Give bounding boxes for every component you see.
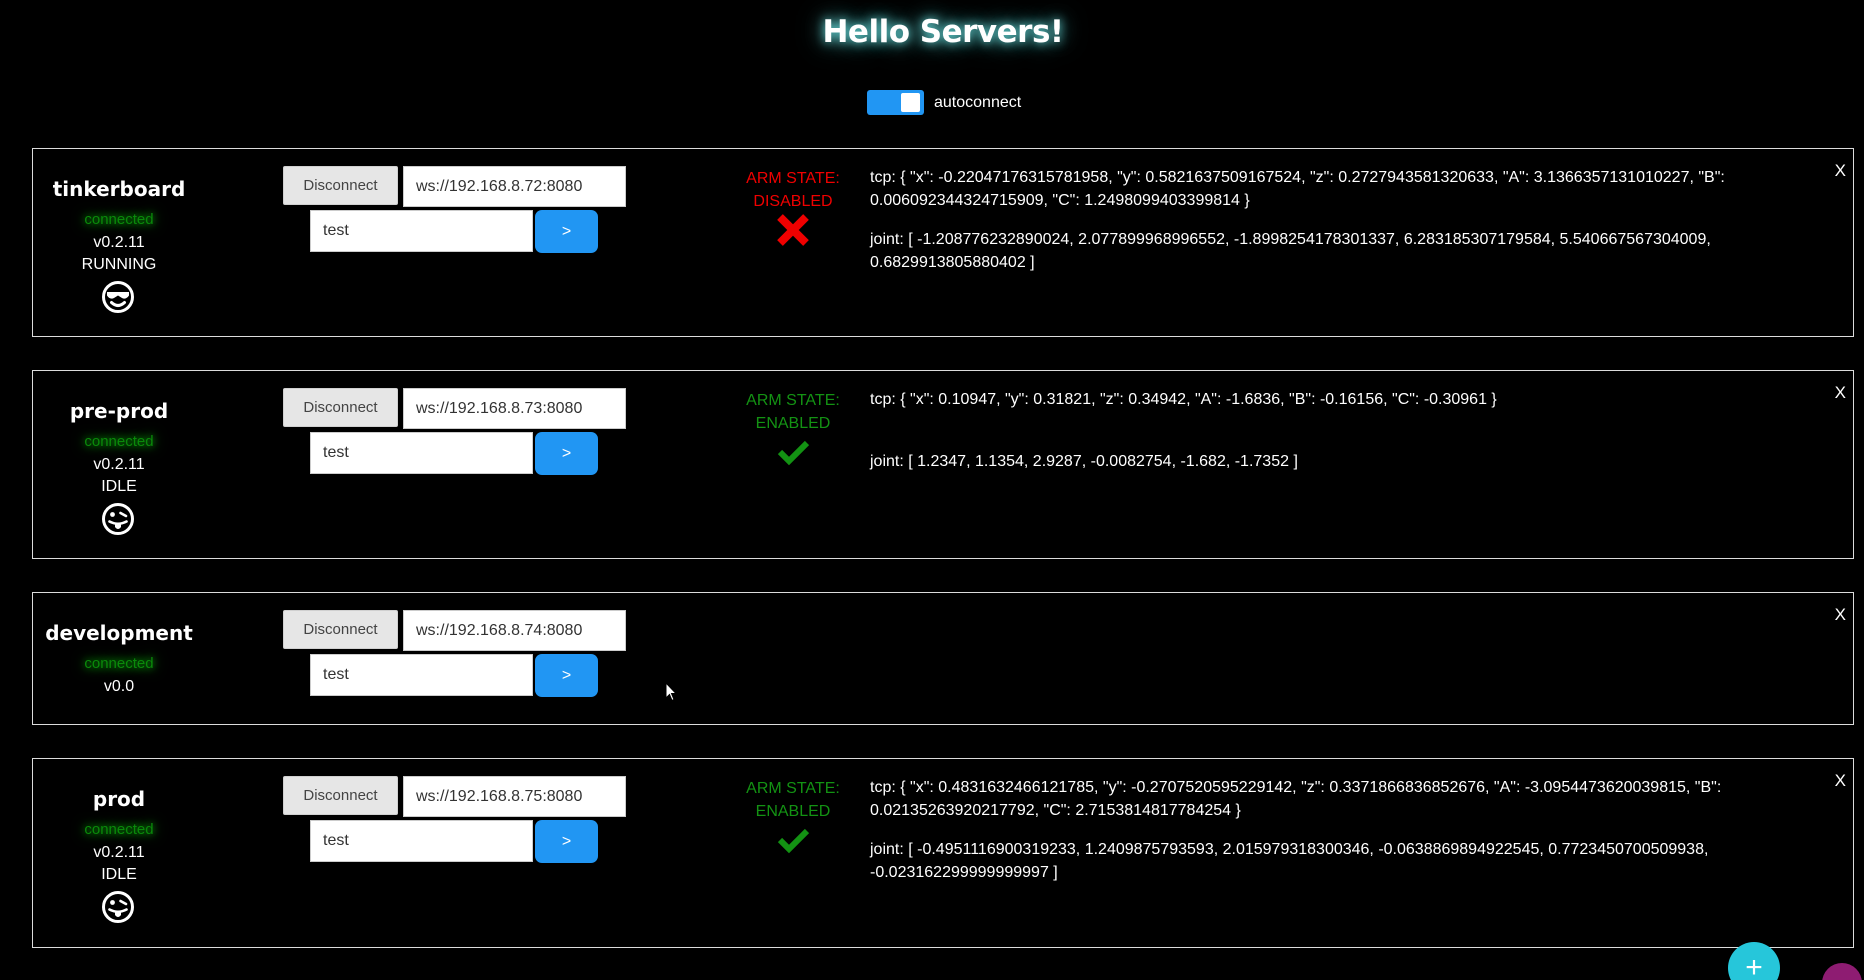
- send-button[interactable]: >: [535, 820, 598, 863]
- server-name: prod: [92, 787, 146, 811]
- websocket-url-input[interactable]: [403, 776, 626, 817]
- server-name: pre-prod: [69, 399, 169, 423]
- close-server-button[interactable]: X: [1835, 161, 1846, 181]
- arm-state-indicator: ARM STATE: ENABLED: [733, 777, 853, 823]
- joint-values-text: joint: [ -0.4951116900319233, 1.24098757…: [870, 841, 1709, 881]
- arm-state-value: ENABLED: [755, 415, 831, 432]
- websocket-url-input[interactable]: [403, 388, 626, 429]
- close-server-button[interactable]: X: [1835, 771, 1846, 791]
- server-name: tinkerboard: [52, 177, 186, 201]
- page: Hello Servers! autoconnect tinkerboard c…: [0, 0, 1864, 980]
- checkmark-icon: [777, 440, 810, 466]
- message-input[interactable]: [310, 210, 533, 252]
- secondary-action-button[interactable]: [1822, 963, 1862, 980]
- close-server-button[interactable]: X: [1835, 383, 1846, 403]
- server-card-development: development connected v0.0 Disconnect > …: [32, 592, 1854, 725]
- connection-status: connected: [84, 655, 154, 672]
- arm-state-label: ARM STATE:: [746, 170, 840, 187]
- arm-state-value: DISABLED: [753, 193, 833, 210]
- autoconnect-control: autoconnect: [867, 90, 1021, 115]
- server-version: v0.2.11: [93, 844, 145, 861]
- send-button[interactable]: >: [535, 654, 598, 697]
- checkmark-icon: [777, 828, 810, 854]
- toggle-knob: [901, 93, 920, 112]
- close-server-button[interactable]: X: [1835, 605, 1846, 625]
- tongue-face-icon: [102, 891, 134, 923]
- send-button[interactable]: >: [535, 432, 598, 475]
- message-input[interactable]: [310, 432, 533, 474]
- disconnect-button[interactable]: Disconnect: [283, 610, 398, 649]
- robot-state: IDLE: [101, 866, 137, 883]
- server-card-pre-prod: pre-prod connected v0.2.11 IDLE Disconne…: [32, 370, 1854, 559]
- tcp-pose-text: tcp: { "x": 0.4831632466121785, "y": -0.…: [870, 779, 1722, 819]
- message-input[interactable]: [310, 654, 533, 696]
- arm-state-indicator: ARM STATE: DISABLED: [733, 167, 853, 213]
- connection-status: connected: [84, 433, 154, 450]
- cross-icon: [777, 214, 809, 246]
- arm-state-label: ARM STATE:: [746, 780, 840, 797]
- server-version: v0.2.11: [93, 234, 145, 251]
- server-version: v0.0: [103, 678, 135, 695]
- arm-state-label: ARM STATE:: [746, 392, 840, 409]
- websocket-url-input[interactable]: [403, 610, 626, 651]
- arm-state-indicator: ARM STATE: ENABLED: [733, 389, 853, 435]
- tcp-pose-text: tcp: { "x": -0.22047176315781958, "y": 0…: [870, 169, 1725, 209]
- server-card-tinkerboard: tinkerboard connected v0.2.11 RUNNING Di…: [32, 148, 1854, 337]
- disconnect-button[interactable]: Disconnect: [283, 388, 398, 427]
- joint-values-text: joint: [ -1.208776232890024, 2.077899968…: [870, 231, 1711, 271]
- server-version: v0.2.11: [93, 456, 145, 473]
- autoconnect-label: autoconnect: [934, 93, 1022, 111]
- disconnect-button[interactable]: Disconnect: [283, 776, 398, 815]
- server-card-prod: prod connected v0.2.11 IDLE Disconnect >…: [32, 758, 1854, 948]
- server-name: development: [45, 621, 193, 645]
- disconnect-button[interactable]: Disconnect: [283, 166, 398, 205]
- page-title: Hello Servers!: [822, 14, 1064, 50]
- sunglasses-face-icon: [102, 281, 134, 313]
- mouse-cursor-icon: [665, 682, 677, 702]
- robot-state: IDLE: [101, 478, 137, 495]
- tcp-pose-text: tcp: { "x": 0.10947, "y": 0.31821, "z": …: [870, 391, 1497, 408]
- connection-status: connected: [84, 821, 154, 838]
- message-input[interactable]: [310, 820, 533, 862]
- autoconnect-toggle[interactable]: [867, 90, 924, 115]
- connection-status: connected: [84, 211, 154, 228]
- joint-values-text: joint: [ 1.2347, 1.1354, 2.9287, -0.0082…: [870, 453, 1298, 470]
- send-button[interactable]: >: [535, 210, 598, 253]
- arm-state-value: ENABLED: [755, 803, 831, 820]
- robot-state: RUNNING: [81, 256, 157, 273]
- tongue-face-icon: [102, 503, 134, 535]
- websocket-url-input[interactable]: [403, 166, 626, 207]
